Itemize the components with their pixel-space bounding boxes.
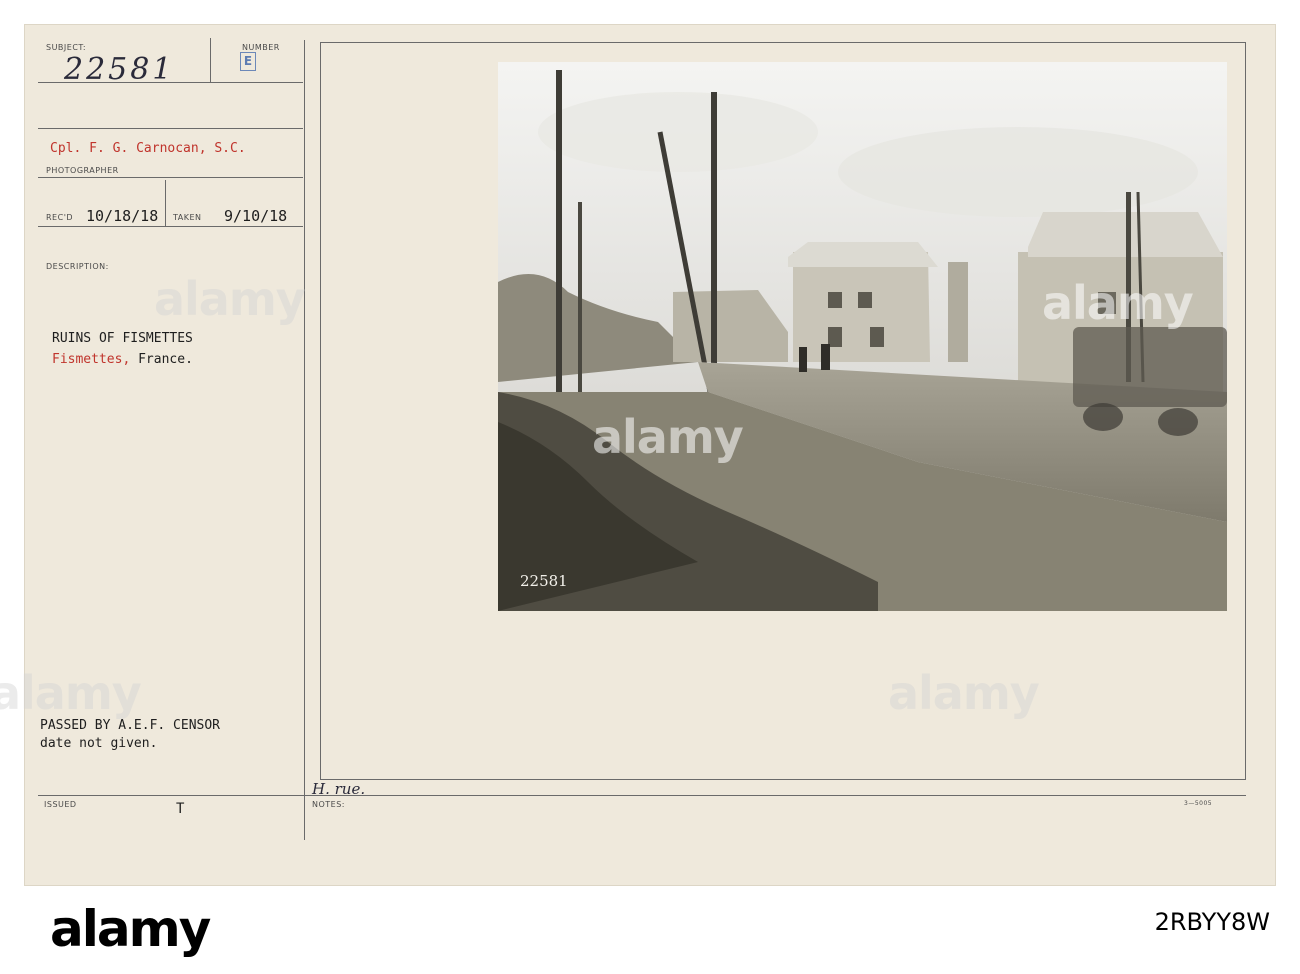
recd-date: 10/18/18 bbox=[86, 207, 159, 225]
recd-label: REC'D bbox=[46, 213, 74, 222]
censor-line-2: date not given. bbox=[40, 736, 158, 751]
divider bbox=[38, 128, 303, 129]
photo-negative-number: 22581 bbox=[520, 572, 568, 590]
divider bbox=[38, 177, 303, 178]
number-stamp: E bbox=[240, 52, 256, 71]
notes-label: NOTES: bbox=[312, 800, 345, 809]
divider bbox=[210, 38, 211, 82]
image-id: 2RBYY8W bbox=[1154, 908, 1270, 936]
form-number: 3—5005 bbox=[1184, 800, 1213, 807]
subject-number: 22581 bbox=[64, 52, 175, 87]
taken-date: 9/10/18 bbox=[224, 207, 288, 225]
divider bbox=[320, 42, 321, 780]
location-country: France. bbox=[138, 352, 193, 367]
censor-line-1: PASSED BY A.E.F. CENSOR bbox=[40, 718, 221, 733]
subject-label: SUBJECT: bbox=[46, 43, 87, 52]
taken-label: TAKEN bbox=[173, 213, 202, 222]
watermark: alamy bbox=[0, 666, 142, 720]
photo-drawing bbox=[498, 62, 1227, 611]
divider bbox=[320, 779, 1246, 780]
photographer-label: PHOTOGRAPHER bbox=[46, 166, 119, 175]
divider bbox=[1245, 42, 1246, 780]
photographer-name: Cpl. F. G. Carnocan, S.C. bbox=[50, 141, 246, 156]
watermark: alamy bbox=[592, 410, 744, 464]
notes-handwriting: H. rue. bbox=[312, 780, 366, 798]
watermark: alamy bbox=[1042, 276, 1194, 330]
watermark: alamy bbox=[888, 666, 1040, 720]
divider bbox=[38, 226, 303, 227]
issued-mark: T bbox=[176, 801, 185, 817]
location-town: Fismettes, bbox=[52, 352, 131, 367]
divider bbox=[304, 40, 305, 840]
watermark: alamy bbox=[154, 272, 306, 326]
divider bbox=[320, 42, 1246, 43]
alamy-logo: alamy bbox=[50, 900, 211, 958]
number-label: NUMBER bbox=[242, 43, 280, 52]
description-location: Fismettes, France. bbox=[52, 352, 193, 367]
issued-label: ISSUED bbox=[44, 800, 77, 809]
description-label: DESCRIPTION: bbox=[46, 262, 109, 271]
divider bbox=[165, 180, 166, 226]
divider bbox=[38, 795, 1246, 796]
photograph: 22581 bbox=[498, 62, 1227, 611]
description-title: RUINS OF FISMETTES bbox=[52, 331, 193, 346]
